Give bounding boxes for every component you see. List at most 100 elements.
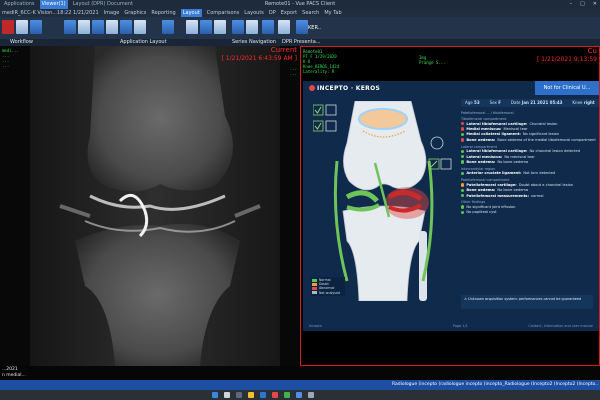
section-dpr: DPR Presenta... (282, 39, 321, 45)
findings-headline: Patellofemoral ... / tibiofemoral (461, 111, 514, 115)
finding-status-icon (461, 132, 465, 137)
section-app-layout: Application Layout (120, 39, 167, 45)
menu-item-export[interactable]: Export (281, 9, 297, 17)
warning-box: ⚠ Unknown acquisition system: performanc… (461, 295, 593, 309)
footer-contact[interactable]: Contact, information and user manual (528, 324, 593, 328)
series-link-icon[interactable] (262, 20, 274, 34)
section-series-nav: Series Navigation (232, 39, 276, 45)
app-icon-2[interactable] (284, 392, 290, 398)
series-compare-icon[interactable] (232, 20, 244, 34)
app-icon-4[interactable] (308, 392, 314, 398)
menu-item-layouts[interactable]: Layouts (244, 9, 264, 17)
series-stack-icon[interactable] (214, 20, 226, 34)
right-overlay-prange: Prange S... (419, 60, 446, 65)
knee-mri-image (0, 46, 300, 366)
patient-sex: Sex F (489, 100, 501, 105)
layout-2x1-icon[interactable] (106, 20, 118, 34)
right-current-date: [ 1/21/2021 9:13:59 (536, 56, 597, 63)
finding-value: No chondral lesion detected (529, 149, 581, 154)
status-legend: Normal Doubt Abnormal Not analysed (311, 277, 345, 296)
edge-icon[interactable] (260, 392, 266, 398)
exam-date: Date Jan 21 2021 05:43 (510, 100, 563, 105)
finding-label: Patellofemoral cartilage: (466, 182, 517, 187)
series-next-icon[interactable] (200, 20, 212, 34)
brand-text: INCEPTO · KEROS (317, 85, 381, 92)
finding-status-icon (461, 183, 465, 187)
finding-status-icon (461, 193, 465, 198)
toolbar-sections: Workflow Application Layout Series Navig… (0, 39, 600, 46)
layout-1x2-icon[interactable] (78, 20, 90, 34)
finding-value: Meniscal tear (503, 127, 528, 132)
footer-page: Page 1/1 (453, 324, 468, 328)
app-icon-1[interactable] (272, 392, 278, 398)
bottom-info-bar: ...2021 n medial... (0, 366, 600, 380)
menu-item-study[interactable]: mediR_6CC-K Vision...18:22 1/21/2021 (2, 9, 99, 17)
finding-value: No bone oedema (497, 188, 529, 193)
layout-custom-icon[interactable] (134, 20, 146, 34)
layout-1x1-icon[interactable] (64, 20, 76, 34)
left-overlay-right-line-2: ... (289, 71, 297, 76)
report-footer: Incepto Page 1/1 Contact, information an… (303, 321, 599, 331)
menu-item-image[interactable]: Image (104, 9, 120, 17)
finding-value: No bone oedema (497, 160, 529, 165)
dpr-icon[interactable] (278, 20, 290, 34)
start-icon[interactable] (212, 392, 218, 398)
series-prev-icon[interactable] (162, 20, 174, 34)
kero-icon[interactable] (296, 20, 308, 34)
menu-item-my-tab[interactable]: My Tab (324, 9, 341, 17)
finding-label: Lateral meniscus: (466, 154, 503, 159)
series-grid-icon[interactable] (186, 20, 198, 34)
finding-item: Patellofemoral measurements: normal (461, 193, 599, 198)
menu-item-comparisons[interactable]: Comparisons (207, 9, 240, 17)
report-viewport-right[interactable]: Remote01 PT F 1/29/2020 K-8 Knee_KEROS_1… (300, 46, 600, 366)
menu-item-search[interactable]: Search (302, 9, 319, 17)
brand-dot-icon (309, 85, 315, 91)
finding-status-icon (461, 160, 465, 164)
finding-value: Not torn detected (523, 171, 556, 176)
toolbar: KER.. (0, 17, 600, 39)
finding-status-icon (461, 205, 465, 209)
finding-status-icon (461, 188, 465, 192)
finding-label: Lateral tibiofemoral cartilage: (466, 121, 528, 126)
footer-brand: Incepto (309, 324, 322, 328)
layout-2x2-icon[interactable] (92, 20, 104, 34)
maximize-button[interactable]: □ (580, 0, 585, 9)
legend-label-not-analysed: Not analysed (319, 290, 340, 295)
menu-item-reporting[interactable]: Reporting (151, 9, 175, 17)
minimize-button[interactable]: – (570, 0, 573, 9)
finding-label: Bone oedema: (466, 137, 496, 142)
app-icon-3[interactable] (296, 392, 302, 398)
menu-item-graphics[interactable]: Graphics (124, 9, 146, 17)
menu-item-dp[interactable]: DP (269, 9, 276, 17)
kero-button-label[interactable]: KER.. (308, 25, 321, 31)
taskbar (0, 390, 600, 400)
status-text: Radiologue (incepto (radiologue incepto … (392, 382, 598, 387)
task-view-icon[interactable] (236, 392, 242, 398)
knee-side: Knee right (572, 100, 595, 105)
legend-swatch-doubt (312, 282, 317, 286)
finding-label: Anterior cruciate ligament: (466, 171, 522, 176)
finding-status-icon (461, 149, 465, 153)
finding-status-icon (461, 127, 465, 131)
menu-item-layout[interactable]: Layout (180, 9, 202, 17)
keros-report-panel: INCEPTO · KEROS Not for Clinical U... No… (303, 81, 599, 331)
legend-swatch-normal (312, 278, 317, 282)
mri-viewport-left[interactable]: medi... ... ... ... Current [ 1/21/2021 … (0, 46, 300, 366)
finding-item: Lateral tibiofemoral cartilage: No chondr… (461, 149, 599, 154)
search-icon[interactable] (224, 392, 230, 398)
not-for-clinical-use-badge: Not for Clinical U... (535, 81, 599, 95)
warning-icon: ⚠ (464, 297, 468, 301)
worklist-icon[interactable] (16, 20, 28, 34)
right-overlay-line-5: Laterality: R (303, 69, 335, 74)
finding-status-icon (461, 138, 465, 142)
file-explorer-icon[interactable] (248, 392, 254, 398)
layout-3x3-icon[interactable] (120, 20, 132, 34)
layout-icon[interactable] (30, 20, 42, 34)
close-button[interactable]: ✕ (593, 0, 597, 9)
close-study-icon[interactable] (2, 20, 14, 34)
patient-info-bar: Age 53 Sex F Date Jan 21 2021 05:43 Knee… (461, 99, 599, 107)
patient-age: Age 53 (465, 100, 480, 105)
legend-item-not-analysed: Not analysed (312, 291, 344, 295)
bottom-series: n medial... (2, 373, 26, 378)
series-sync-icon[interactable] (246, 20, 258, 34)
